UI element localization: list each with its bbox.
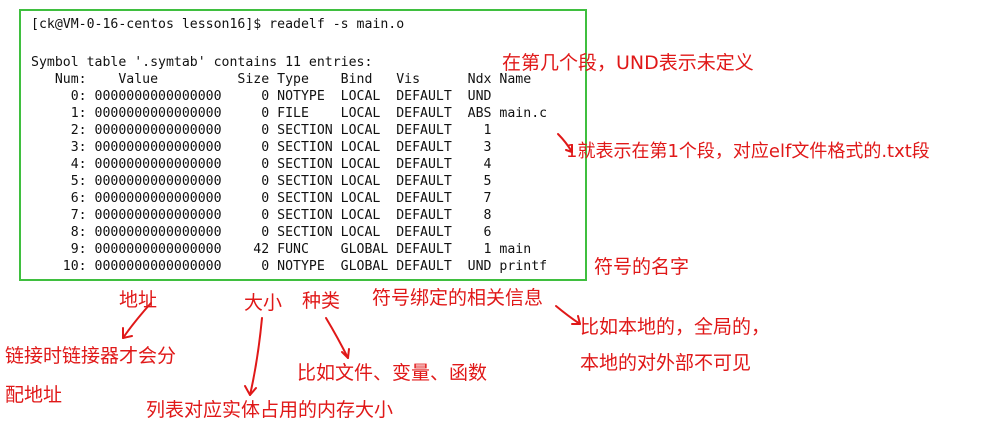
- size-example-note: 列表对应实体占用的内存大小: [146, 399, 394, 421]
- bind-example-line1: 比如本地的，全局的，: [580, 316, 771, 338]
- address-example-line1: 链接时链接器才会分: [5, 345, 177, 367]
- type-note: 种类: [302, 290, 341, 312]
- address-note: 地址: [119, 289, 158, 311]
- bind-example-line2: 本地的对外部不可见: [580, 352, 752, 374]
- type-arrow: [325, 317, 349, 359]
- ndx-example-note: 1就表示在第1个段，对应elf文件格式的.txt段: [566, 141, 930, 162]
- size-arrow: [249, 317, 263, 396]
- bind-arrow: [555, 305, 581, 325]
- size-note: 大小: [244, 292, 283, 314]
- name-meaning-note: 符号的名字: [594, 256, 690, 278]
- ndx-meaning-note: 在第几个段，UND表示未定义: [502, 52, 754, 74]
- address-example-line2: 配地址: [5, 384, 63, 406]
- bind-note: 符号绑定的相关信息: [372, 287, 544, 309]
- annotation-arrows: [122, 133, 581, 396]
- type-example-note: 比如文件、变量、函数: [297, 362, 488, 384]
